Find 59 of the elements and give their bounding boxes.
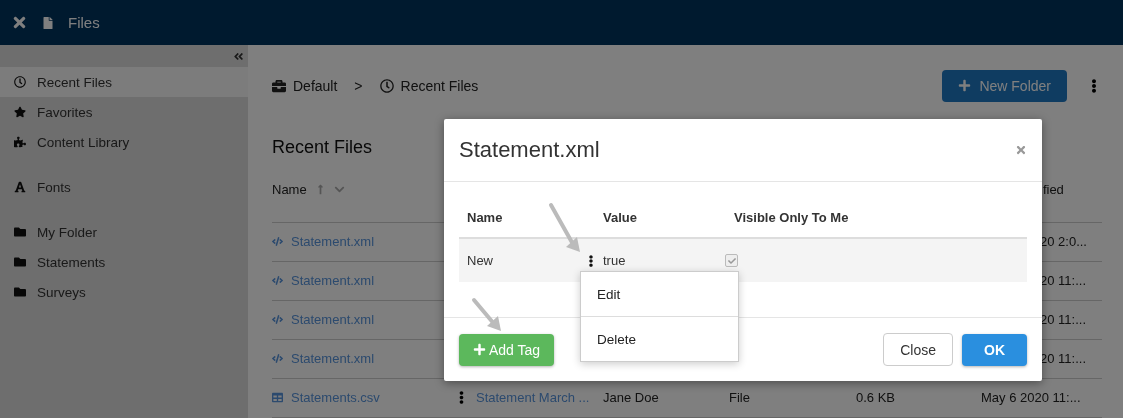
close-button[interactable]: Close: [883, 333, 953, 366]
folder-icon: [14, 256, 26, 268]
breadcrumb-item[interactable]: Recent Files: [400, 77, 479, 94]
file-link[interactable]: Statement.xml: [291, 351, 375, 367]
pointer-arrow: [472, 298, 501, 331]
breadcrumb-separator: >: [354, 77, 363, 94]
sidebar-item[interactable]: My Folder: [0, 217, 248, 247]
sidebar-item[interactable]: Fonts: [0, 172, 248, 202]
table-icon: [272, 392, 283, 404]
file-link[interactable]: Statement.xml: [291, 234, 375, 250]
check-icon: [727, 256, 736, 265]
column-header: Visible Only To Me: [733, 209, 850, 225]
close-icon[interactable]: [11, 14, 28, 31]
puzzle-icon: [14, 136, 26, 148]
briefcase-icon: [272, 78, 286, 93]
pointer-arrow: [549, 203, 580, 252]
code-icon: [272, 236, 283, 248]
page-heading: Recent Files: [272, 136, 373, 158]
code-icon: [272, 314, 283, 326]
sidebar-item[interactable]: Statements: [0, 247, 248, 277]
close-icon[interactable]: [1015, 144, 1027, 156]
star-icon: [14, 106, 26, 118]
file-icon: [42, 16, 54, 29]
new-folder-button[interactable]: New Folder: [942, 69, 1067, 102]
dialog-title: Statement.xml: [459, 137, 600, 163]
clock-icon: [379, 78, 394, 93]
file-title[interactable]: Statement March ...: [476, 390, 603, 406]
checkbox[interactable]: [725, 254, 738, 267]
tag-name-cell-text: New: [466, 253, 494, 268]
type-cell-text: File: [729, 390, 751, 406]
add-tag-button[interactable]: Add Tag: [459, 333, 555, 366]
menu-item[interactable]: Edit: [581, 272, 738, 316]
sidebar-item[interactable]: Content Library: [0, 127, 248, 157]
clock-icon: [14, 76, 26, 88]
column-header: Name: [466, 209, 504, 225]
modified-cell: May 6 2020 11:...: [981, 390, 1081, 406]
owner-cell-text: Jane Doe: [603, 390, 660, 406]
folder-icon: [14, 286, 26, 298]
column-header[interactable]: Name: [272, 182, 307, 198]
app-title: Files: [68, 14, 100, 31]
breadcrumb-item[interactable]: Default: [293, 77, 338, 94]
code-icon: [272, 275, 283, 287]
size-cell-text: 0.6 KB: [856, 390, 897, 406]
column-header: Value: [602, 209, 638, 225]
ok-button[interactable]: OK: [962, 333, 1027, 366]
file-link[interactable]: Statement.xml: [291, 273, 375, 289]
font-icon: [14, 181, 26, 193]
file-link[interactable]: Statement.xml: [291, 312, 375, 328]
plus-icon: [958, 79, 972, 93]
sidebar-item[interactable]: Favorites: [0, 97, 248, 127]
tag-value-cell-text: true: [602, 253, 627, 268]
plus-icon: [473, 343, 486, 356]
collapse-icon[interactable]: [233, 50, 244, 62]
menu-item[interactable]: Delete: [581, 316, 738, 361]
code-icon: [272, 353, 283, 365]
sidebar-item[interactable]: Recent Files: [0, 67, 248, 97]
folder-icon: [14, 226, 26, 238]
file-link[interactable]: Statements.csv: [291, 390, 380, 406]
sidebar-item[interactable]: Surveys: [0, 277, 248, 307]
